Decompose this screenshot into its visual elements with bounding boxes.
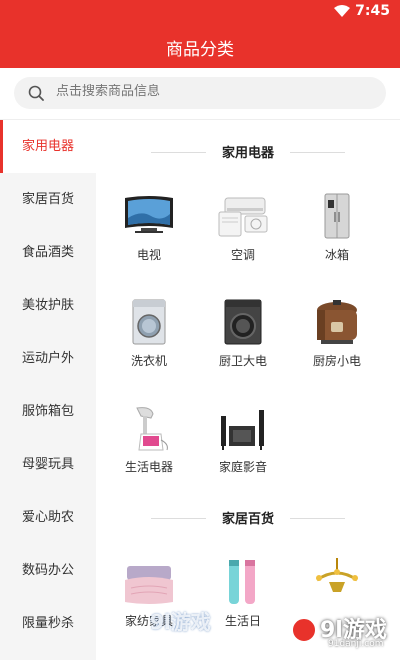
category-item-rice-cooker[interactable]: 厨房小电 — [292, 298, 382, 398]
section-header: 家居百货 — [96, 500, 400, 536]
category-content: 家用电器 电视 空调 冰箱 洗衣机 厨卫大电 厨房小电 生活电器 家庭影音 家居… — [96, 120, 400, 660]
product-grid: 电视 空调 冰箱 洗衣机 厨卫大电 厨房小电 生活电器 家庭影音 — [96, 170, 400, 500]
sidebar-item-appliances[interactable]: 家用电器 — [0, 120, 96, 173]
search-icon — [28, 85, 44, 101]
sidebar-item-label: 限量秒杀 — [22, 616, 75, 631]
air-conditioner-icon — [218, 197, 268, 237]
status-time: 7:45 — [355, 3, 390, 19]
category-item-fridge[interactable]: 冰箱 — [292, 192, 382, 292]
category-item-garment-steamer[interactable]: 生活电器 — [104, 404, 194, 504]
sidebar-item-label: 家用电器 — [22, 139, 75, 154]
category-item-home-theater[interactable]: 家庭影音 — [198, 404, 288, 504]
sidebar-item-home-goods[interactable]: 家居百货 — [0, 173, 96, 226]
category-item-label: 冰箱 — [324, 248, 349, 262]
category-item-washing-machine[interactable]: 洗衣机 — [104, 298, 194, 398]
section-title: 家居百货 — [221, 512, 274, 527]
sidebar-item-beauty[interactable]: 美妆护肤 — [0, 279, 96, 332]
sidebar-item-label: 食品酒类 — [22, 245, 75, 260]
category-item-label: 厨卫大电 — [218, 354, 267, 368]
watermark-icon — [291, 617, 317, 643]
garment-steamer-icon — [136, 407, 168, 451]
watermark-overlay: 9l游戏 — [150, 610, 211, 634]
category-item-air-conditioner[interactable]: 空调 — [198, 192, 288, 292]
category-item-kitchen-appliance[interactable]: 厨卫大电 — [198, 298, 288, 398]
washing-machine-icon — [132, 299, 166, 345]
category-sidebar: 家用电器 家居百货 食品酒类 美妆护肤 运动户外 服饰箱包 母婴玩具 爱心助农 … — [0, 120, 96, 660]
category-item-tv[interactable]: 电视 — [104, 192, 194, 292]
sidebar-item-label: 服饰箱包 — [22, 404, 75, 419]
watermark-url: 91danji.com — [328, 639, 384, 649]
wifi-icon — [334, 5, 350, 17]
category-item-label: 空调 — [230, 248, 255, 262]
status-bar: 7:45 — [0, 0, 400, 24]
divider — [290, 518, 345, 519]
section-title: 家用电器 — [221, 146, 274, 161]
tv-icon — [125, 196, 173, 233]
chandelier-icon — [316, 558, 358, 592]
fridge-icon — [324, 193, 350, 239]
sidebar-item-label: 母婴玩具 — [22, 457, 75, 472]
sidebar-item-label: 美妆护肤 — [22, 298, 75, 313]
sidebar-item-label: 数码办公 — [22, 563, 75, 578]
kitchen-appliance-icon — [224, 299, 262, 345]
search-box[interactable] — [14, 77, 386, 109]
sidebar-item-flash-sale[interactable]: 限量秒杀 — [0, 597, 96, 650]
bedding-icon — [125, 566, 173, 604]
watermark-logo: 9l游戏 91danji.com — [290, 612, 400, 652]
sidebar-item-baby-toys[interactable]: 母婴玩具 — [0, 438, 96, 491]
sidebar-item-food-wine[interactable]: 食品酒类 — [0, 226, 96, 279]
rice-cooker-icon — [317, 300, 357, 344]
sidebar-item-label: 家居百货 — [22, 192, 75, 207]
category-item-daily-goods[interactable]: 生活日 — [198, 558, 288, 658]
category-item-label: 生活电器 — [124, 460, 173, 474]
sidebar-item-agriculture[interactable]: 爱心助农 — [0, 491, 96, 544]
thermos-icon — [229, 560, 255, 604]
page-title: 商品分类 — [166, 40, 234, 60]
sidebar-item-sports[interactable]: 运动户外 — [0, 332, 96, 385]
category-item-label: 家庭影音 — [218, 460, 267, 474]
sidebar-item-label: 运动户外 — [22, 351, 75, 366]
category-item-label: 洗衣机 — [130, 354, 167, 368]
sidebar-item-label: 爱心助农 — [22, 510, 75, 525]
section-header: 家用电器 — [96, 134, 400, 170]
search-area — [0, 68, 400, 120]
title-bar: 商品分类 — [0, 24, 400, 68]
sidebar-item-apparel[interactable]: 服饰箱包 — [0, 385, 96, 438]
sidebar-item-digital-office[interactable]: 数码办公 — [0, 544, 96, 597]
home-theater-icon — [221, 410, 264, 450]
category-item-label: 电视 — [136, 248, 161, 262]
category-item-label: 厨房小电 — [312, 354, 361, 368]
category-item-label: 生活日 — [224, 614, 261, 628]
search-input[interactable] — [56, 84, 356, 99]
divider — [290, 152, 345, 153]
